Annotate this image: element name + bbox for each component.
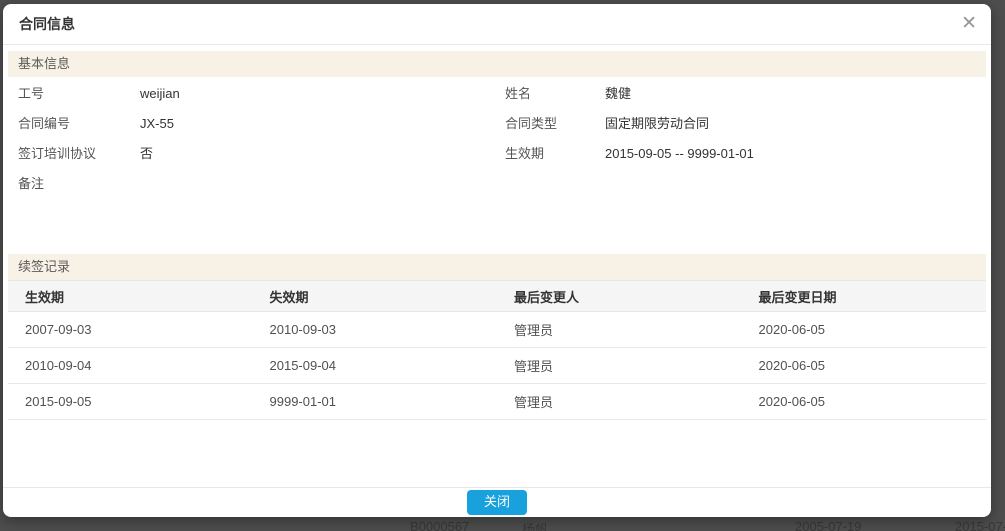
field-label-remarks: 备注 <box>18 169 140 199</box>
field-value-name: 魏健 <box>605 79 976 109</box>
close-icon[interactable]: ✕ <box>961 4 977 45</box>
field-value-effective-period: 2015-09-05 -- 9999-01-01 <box>605 139 976 169</box>
cell-expiry-date: 2010-09-03 <box>253 312 498 348</box>
cell-last-modified-by: 管理员 <box>497 312 742 348</box>
section-heading-basic-info: 基本信息 <box>8 51 986 77</box>
cell-effective-date: 2007-09-03 <box>8 312 253 348</box>
cell-last-modified-date: 2020-06-05 <box>742 384 987 420</box>
table-row: 2010-09-04 2015-09-04 管理员 2020-06-05 <box>8 348 986 384</box>
cell-effective-date: 2015-09-05 <box>8 384 253 420</box>
field-label-contract-no: 合同编号 <box>18 109 140 139</box>
cell-last-modified-date: 2020-06-05 <box>742 348 987 384</box>
modal-title: 合同信息 <box>19 16 75 32</box>
column-header-effective-date: 生效期 <box>8 281 253 312</box>
cell-last-modified-by: 管理员 <box>497 384 742 420</box>
background-cell: B0000567 <box>410 519 469 531</box>
field-value-employee-id: weijian <box>140 79 505 109</box>
column-header-last-modified-by: 最后变更人 <box>497 281 742 312</box>
table-row: 2007-09-03 2010-09-03 管理员 2020-06-05 <box>8 312 986 348</box>
renewal-records-table: 生效期 失效期 最后变更人 最后变更日期 2007-09-03 2010-09-… <box>8 280 986 420</box>
section-heading-renewal-records: 续签记录 <box>8 254 986 280</box>
background-cell: 杨帆 <box>522 519 548 531</box>
field-label-employee-id: 工号 <box>18 79 140 109</box>
background-cell: 2005-07-19 <box>795 519 862 531</box>
field-label-contract-type: 合同类型 <box>505 109 605 139</box>
cell-effective-date: 2010-09-04 <box>8 348 253 384</box>
cell-expiry-date: 9999-01-01 <box>253 384 498 420</box>
table-row: 2015-09-05 9999-01-01 管理员 2020-06-05 <box>8 384 986 420</box>
basic-info-fields: 工号 weijian 姓名 魏健 合同编号 JX-55 合同类型 固定期限劳动合… <box>8 79 986 199</box>
modal-footer: 关闭 <box>3 487 991 517</box>
field-label-training-agreement: 签订培训协议 <box>18 139 140 169</box>
table-header-row: 生效期 失效期 最后变更人 最后变更日期 <box>8 281 986 312</box>
field-value-remarks <box>140 169 505 199</box>
field-label-effective-period: 生效期 <box>505 139 605 169</box>
column-header-expiry-date: 失效期 <box>253 281 498 312</box>
cell-expiry-date: 2015-09-04 <box>253 348 498 384</box>
field-value-contract-type: 固定期限劳动合同 <box>605 109 976 139</box>
field-value-contract-no: JX-55 <box>140 109 505 139</box>
field-label-name: 姓名 <box>505 79 605 109</box>
modal-body: 基本信息 工号 weijian 姓名 魏健 合同编号 JX-55 合同类型 固定… <box>3 45 991 420</box>
modal-header: 合同信息 ✕ <box>3 4 991 45</box>
cell-last-modified-date: 2020-06-05 <box>742 312 987 348</box>
contract-info-modal: 合同信息 ✕ 基本信息 工号 weijian 姓名 魏健 合同编号 JX-55 … <box>3 4 991 517</box>
background-page-row: B0000567 杨帆 2005-07-19 2015-07-0 <box>0 519 1005 531</box>
field-value-training-agreement: 否 <box>140 139 505 169</box>
background-cell: 2015-07-0 <box>955 519 1005 531</box>
cell-last-modified-by: 管理员 <box>497 348 742 384</box>
column-header-last-modified-date: 最后变更日期 <box>742 281 987 312</box>
close-button[interactable]: 关闭 <box>467 490 527 514</box>
